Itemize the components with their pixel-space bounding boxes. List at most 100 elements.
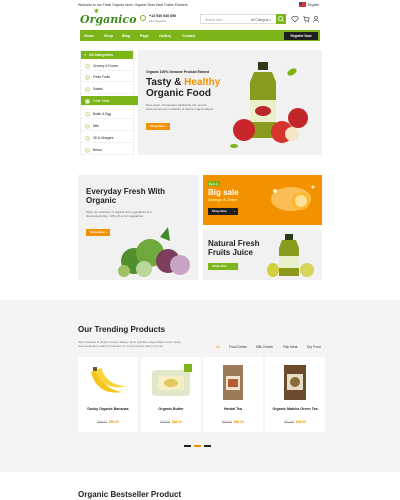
meat-icon [85, 99, 90, 104]
logo[interactable]: Organico ❦ [80, 8, 137, 26]
matcha-icon [284, 365, 306, 400]
sidebar-item-label: Salads [93, 87, 103, 91]
carousel-dot[interactable] [194, 445, 201, 447]
product-card[interactable]: Dusky Organic Bananas $65.00 $60.00 [78, 357, 138, 432]
sidebar-item-meat[interactable]: Fresh Meat [81, 96, 141, 106]
product-name: Organic Matcha Green Tea [272, 407, 318, 411]
sale-title: Big sale [208, 188, 239, 197]
egg-icon [85, 112, 90, 117]
butter-icon [152, 364, 192, 396]
product-price: $55.00 $50.00 [222, 420, 244, 424]
fresh-organic-banner: Everyday Fresh With Organic Shop our sel… [78, 175, 198, 280]
hero-title-highlight: Healthy [184, 77, 221, 88]
phone-icon [140, 15, 146, 21]
product-card[interactable]: Herbal Tea $55.00 $50.00 [203, 357, 263, 432]
nav-item-blog[interactable]: Blog [122, 34, 130, 38]
sidebar-item-label: Fresh Fruits [93, 75, 111, 79]
trending-title: Our Trending Products [78, 325, 166, 334]
hero-banner: Organic 100% Genuine Product Earned Tast… [138, 50, 322, 155]
cart-icon [303, 16, 310, 23]
nav-item-gallery[interactable]: Gallery [159, 34, 171, 38]
sidebar-item-label: Butter & Egg [93, 112, 112, 116]
grocery-icon [85, 64, 90, 69]
search-icon [278, 16, 284, 22]
salad-icon [85, 87, 90, 92]
nav-item-home[interactable]: Home [84, 34, 94, 38]
main-nav: Home Shop Blog Page Gallery Contact Regi… [80, 30, 320, 41]
tab-milk-cream[interactable]: Milk Cream [256, 345, 273, 349]
user-icon [313, 15, 319, 23]
sidebar-item-salads[interactable]: Salads [81, 84, 133, 94]
fresh-shop-button[interactable]: Shop Now [86, 229, 110, 236]
sidebar-item-grocery[interactable]: Grocery & Frozen [81, 61, 133, 71]
hero-title-line1: Tasty & Healthy [146, 77, 221, 88]
fruit-juice-banner: Natural Fresh Fruits Juice Shop Now [203, 230, 322, 280]
oil-icon [85, 136, 90, 141]
carousel-dot[interactable] [184, 445, 191, 447]
tea-bag-icon [223, 365, 243, 400]
sale-subtitle: Orange & Juice [208, 197, 238, 202]
search-category-select[interactable]: All Category [251, 18, 271, 22]
product-name: Organic Butter [158, 407, 184, 411]
support-hours: 24/7 Support [149, 19, 167, 23]
juice-bottle-apples-image [230, 62, 308, 148]
juice-shop-button[interactable]: Shop Now [208, 263, 238, 270]
product-price: $70.00 $63.00 [160, 420, 182, 424]
sidebar-item-oil[interactable]: Oil & Vinegars [81, 133, 133, 143]
account-button[interactable] [312, 15, 320, 23]
search-button[interactable] [276, 14, 286, 24]
register-button[interactable]: Register Now [284, 31, 318, 40]
sidebar-item-label: Oil & Vinegars [93, 136, 114, 140]
vegetables-image [118, 227, 190, 277]
tab-fish-meat[interactable]: Fish Meat [283, 345, 297, 349]
category-sidebar: All Categories Grocery & Frozen Fresh Fr… [80, 50, 141, 155]
language-selector[interactable]: English [308, 3, 319, 7]
bestseller-title: Organic Bestseller Product [78, 490, 182, 499]
hero-title-line2: Organic Food [146, 88, 211, 99]
sidebar-item-butter[interactable]: Butter & Egg [81, 109, 133, 119]
nav-item-page[interactable]: Page [140, 34, 149, 38]
milk-icon [85, 124, 90, 129]
nav-item-shop[interactable]: Shop [104, 34, 113, 38]
bread-icon [85, 148, 90, 153]
product-card[interactable]: Organic Butter $70.00 $63.00 [141, 357, 201, 432]
hero-tag: Organic 100% Genuine Product Earned [146, 70, 210, 74]
hero-shop-button[interactable]: Shop Now [146, 123, 170, 130]
leaf-icon: ❦ [94, 8, 100, 15]
search-input[interactable]: Search here... All Category [200, 14, 286, 24]
sale-shop-button[interactable]: Shop Now [208, 208, 238, 215]
sidebar-item-milk[interactable]: Milk [81, 121, 133, 131]
flag-icon[interactable] [299, 2, 306, 7]
nav-item-contact[interactable]: Contact [182, 34, 195, 38]
juice-banner-title: Natural Fresh Fruits Juice [208, 239, 260, 257]
product-name: Herbal Tea [223, 407, 243, 411]
product-price: $65.00 $60.00 [97, 420, 119, 424]
trending-section: Our Trending Products Sed ut lacinia id … [0, 300, 400, 472]
tab-food-drinks[interactable]: Food Drinks [229, 345, 247, 349]
logo-text: Organico [80, 13, 137, 26]
sidebar-item-label: Grocery & Frozen [93, 64, 119, 68]
sale-badge: Best in [207, 181, 221, 186]
carousel-dot[interactable] [204, 445, 211, 447]
fresh-banner-title: Everyday Fresh With Organic [86, 187, 166, 205]
tab-dry-food[interactable]: Dry Food [307, 345, 321, 349]
cart-button[interactable] [302, 15, 310, 23]
hero-description: Dam amet, consectetur adipiscing elit, s… [146, 103, 214, 111]
tab-all[interactable]: All [216, 345, 220, 349]
sidebar-item-bread[interactable]: Bread [81, 145, 133, 155]
trending-description: Sed ut lacinia id dictum integra aliquip… [78, 340, 182, 348]
big-sale-banner: Best in Big sale Orange & Juice Shop Now [203, 175, 322, 225]
sidebar-item-fruits[interactable]: Fresh Fruits [81, 72, 133, 82]
wishlist-button[interactable] [291, 15, 299, 23]
product-price: $50.00 $45.00 [284, 420, 306, 424]
product-name: Dusky Organic Bananas [87, 407, 129, 411]
search-placeholder: Search here... [205, 18, 226, 22]
sidebar-item-label: Bread [93, 148, 102, 152]
orange-splash-image [271, 185, 315, 211]
category-heading[interactable]: All Categories [81, 51, 133, 59]
product-card[interactable]: Organic Matcha Green Tea $50.00 $45.00 [265, 357, 325, 432]
sidebar-item-label: Milk [93, 124, 99, 128]
fresh-banner-description: Shop our selection of organic fruit vege… [86, 210, 152, 218]
phone-number: +13 540 540 690 [149, 14, 177, 18]
sidebar-item-label: Fresh Meat [93, 99, 110, 103]
